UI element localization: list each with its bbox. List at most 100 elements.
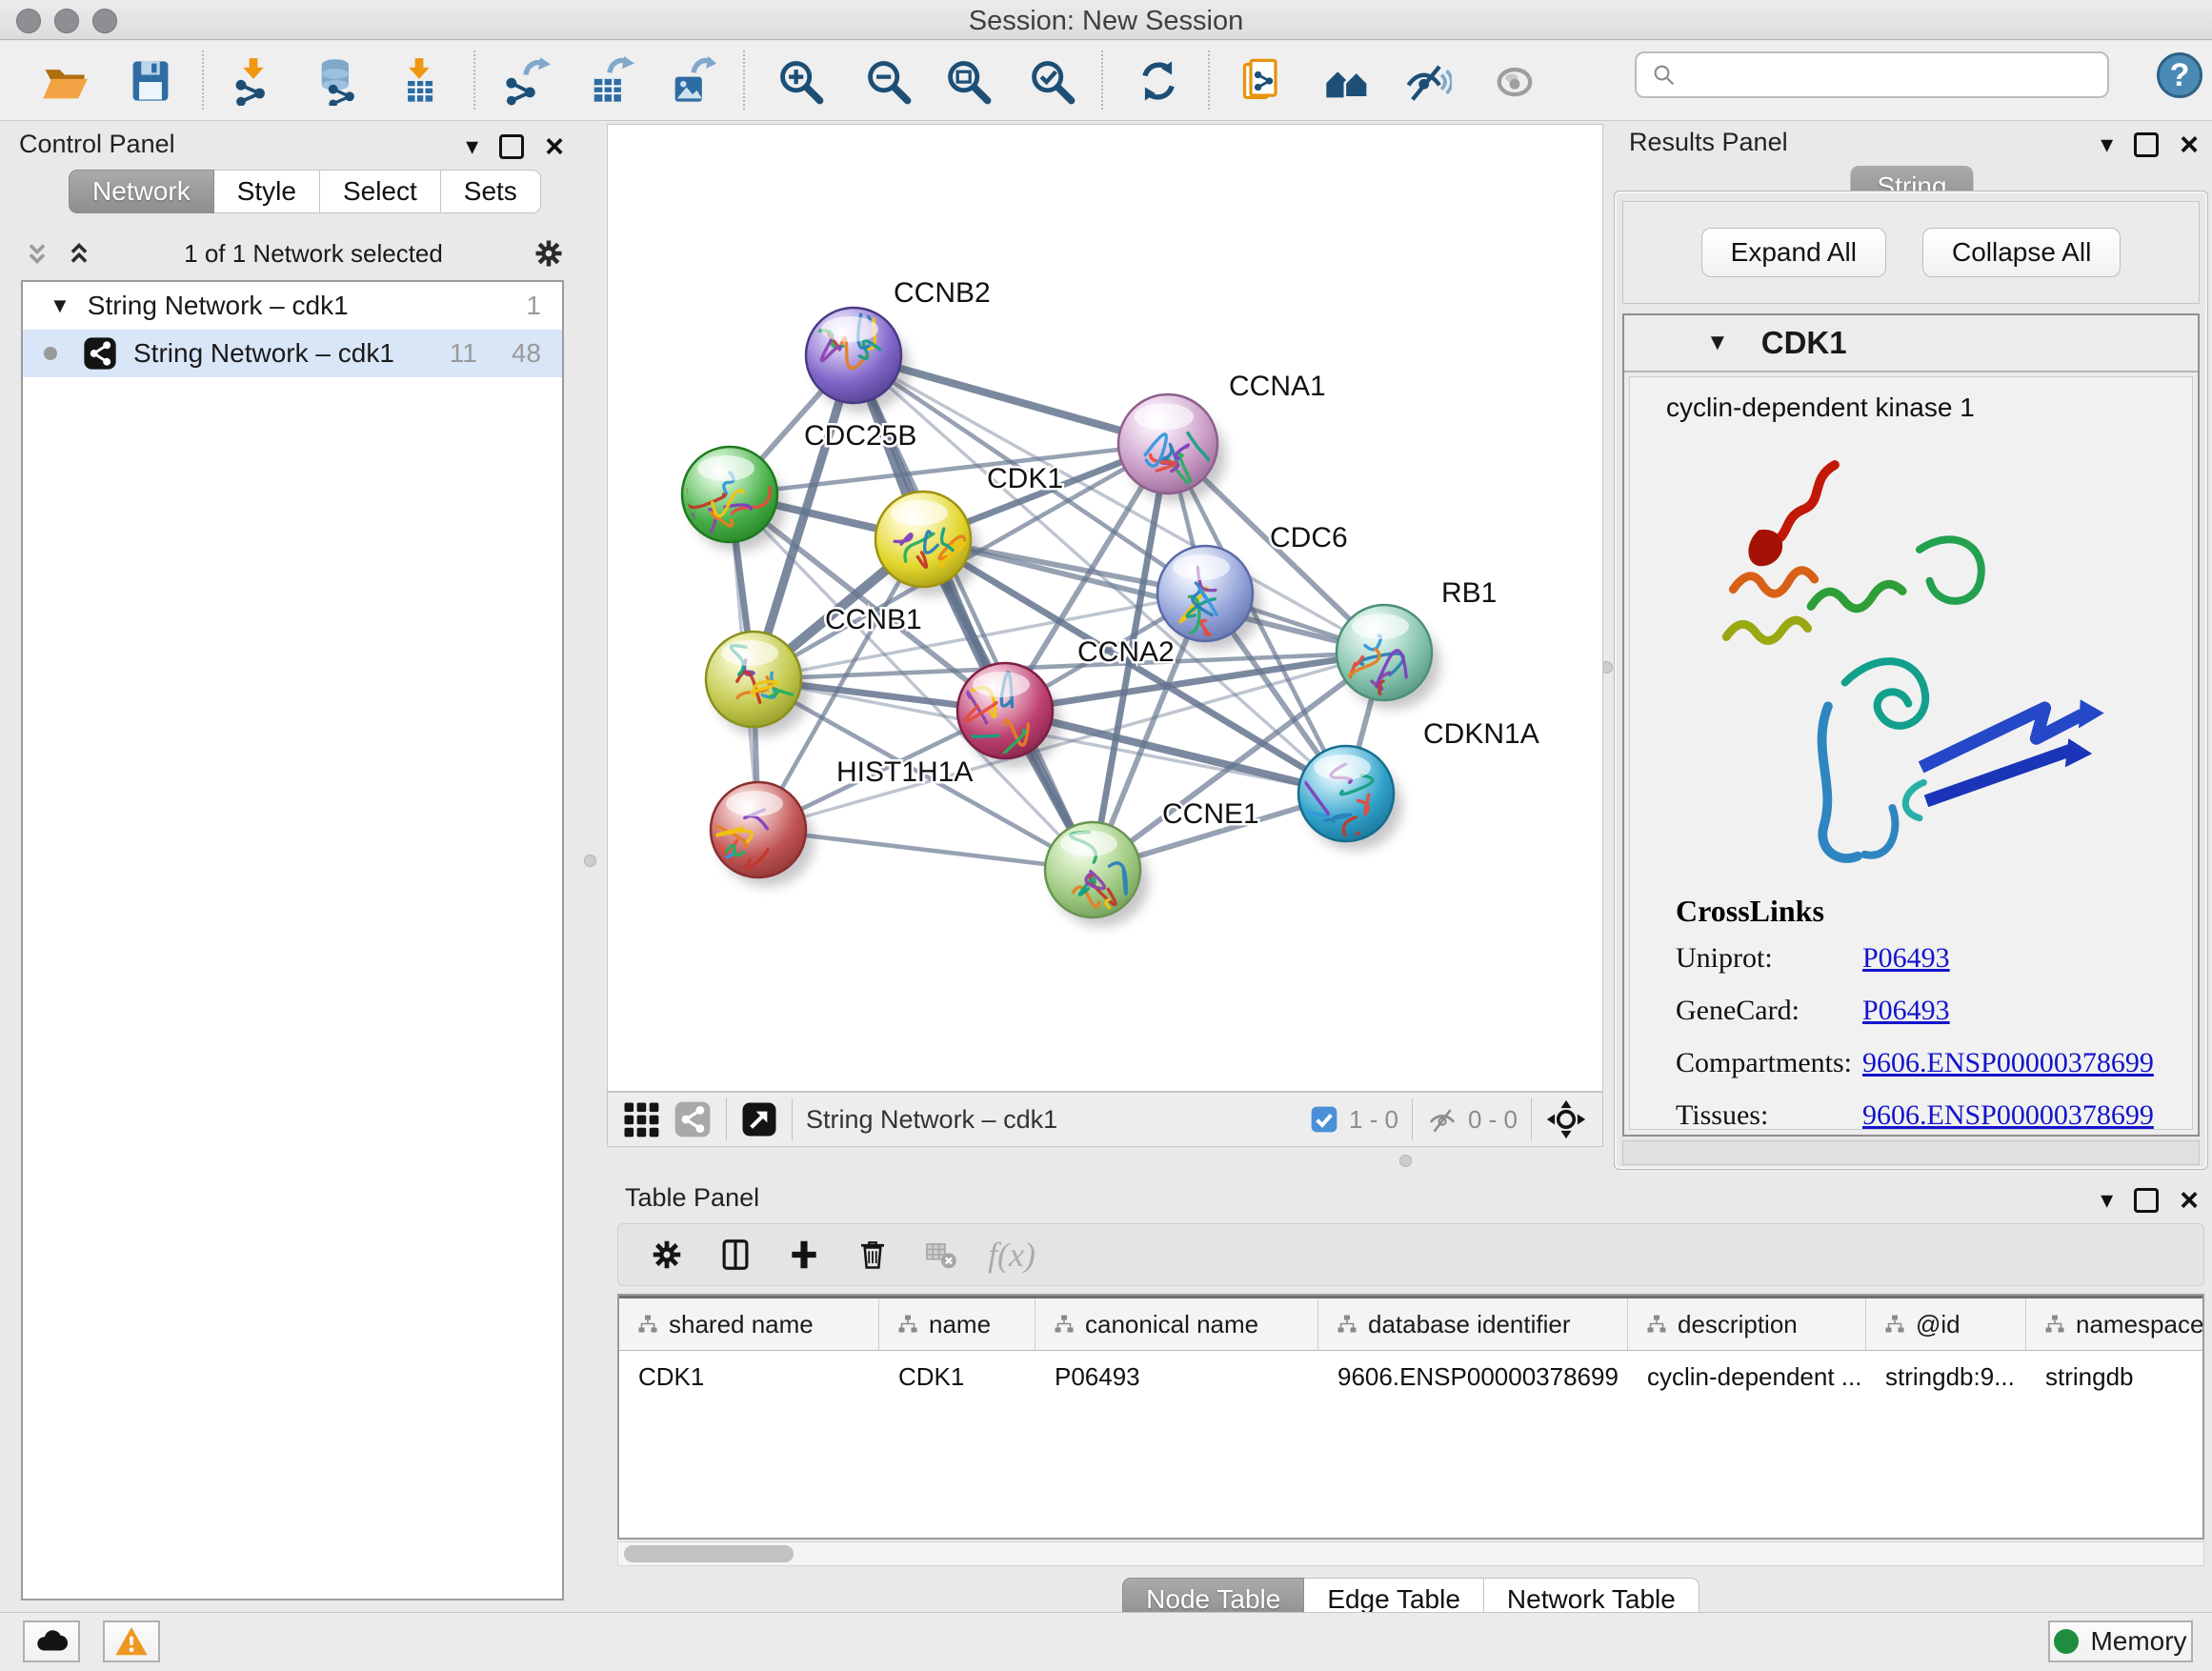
crosslink-label: GeneCard: bbox=[1676, 995, 1862, 1027]
apply-layout-button[interactable] bbox=[1132, 54, 1185, 108]
panel-menu-icon[interactable]: ▾ bbox=[466, 131, 478, 161]
window-title: Session: New Session bbox=[0, 6, 2212, 37]
birdseye-view-icon[interactable] bbox=[740, 1100, 778, 1138]
zoom-out-button[interactable] bbox=[861, 54, 915, 108]
svg-text:RB1: RB1 bbox=[1441, 577, 1497, 609]
column-header-description[interactable]: description bbox=[1628, 1299, 1866, 1350]
delete-column-trash-icon[interactable] bbox=[851, 1233, 895, 1277]
grid-view-icon[interactable] bbox=[621, 1099, 661, 1139]
svg-text:CCNA1: CCNA1 bbox=[1229, 371, 1326, 402]
column-header-canonical-name[interactable]: canonical name bbox=[1036, 1299, 1318, 1350]
tab-sets[interactable]: Sets bbox=[441, 170, 541, 213]
toolbar-separator bbox=[202, 50, 204, 110]
import-database-button[interactable] bbox=[311, 54, 364, 108]
expand-all-button[interactable]: Expand All bbox=[1701, 228, 1886, 277]
table-hscrollbar-thumb[interactable] bbox=[624, 1545, 794, 1562]
network-node-CCNE1[interactable]: CCNE1 bbox=[1045, 798, 1259, 941]
close-panel-icon[interactable]: × bbox=[2180, 132, 2199, 157]
network-row[interactable]: String Network – cdk1 11 48 bbox=[23, 330, 562, 377]
search-input[interactable] bbox=[1688, 56, 2107, 94]
network-node-CDKN1A[interactable]: CDKN1A bbox=[1294, 718, 1539, 851]
float-panel-icon[interactable] bbox=[499, 134, 524, 159]
tab-network[interactable]: Network bbox=[69, 170, 214, 213]
float-panel-icon[interactable] bbox=[2134, 1188, 2159, 1213]
network-canvas[interactable]: CCNB2CCNA1CDC25BCDK1CDC6RB1CCNB1CCNA2CDK… bbox=[608, 125, 1602, 1091]
export-table-button[interactable] bbox=[583, 54, 636, 108]
crosslink-row: Uniprot:P06493 bbox=[1676, 942, 2192, 975]
warning-icon bbox=[113, 1623, 150, 1660]
network-selection-status: 1 of 1 Network selected bbox=[95, 239, 532, 269]
collapse-gene-triangle-icon[interactable]: ▼ bbox=[1706, 330, 1729, 356]
show-columns-icon[interactable] bbox=[714, 1233, 757, 1277]
fit-selected-crosshair-icon[interactable] bbox=[1545, 1098, 1587, 1140]
crosslink-link[interactable]: 9606.ENSP00000378699 bbox=[1862, 1099, 2154, 1130]
float-panel-icon[interactable] bbox=[2134, 132, 2159, 157]
network-options-gear-icon[interactable] bbox=[532, 236, 566, 271]
netbar-separator bbox=[792, 1098, 793, 1140]
show-graphics-details-button[interactable] bbox=[1488, 54, 1541, 108]
hidden-eye-icon[interactable] bbox=[1426, 1103, 1458, 1136]
help-button[interactable]: ? bbox=[2157, 52, 2202, 98]
expand-all-networks-icon[interactable] bbox=[63, 237, 95, 270]
warnings-button[interactable] bbox=[103, 1621, 160, 1662]
tab-style[interactable]: Style bbox=[214, 170, 320, 213]
search-field[interactable] bbox=[1635, 51, 2109, 98]
open-session-button[interactable] bbox=[38, 54, 91, 108]
delete-table-icon[interactable] bbox=[919, 1233, 963, 1277]
title-bar: Session: New Session bbox=[0, 0, 2212, 40]
crosslink-link[interactable]: P06493 bbox=[1862, 942, 1950, 975]
svg-text:CCNE1: CCNE1 bbox=[1162, 798, 1259, 830]
network-node-HIST1H1A[interactable]: HIST1H1A bbox=[697, 756, 973, 887]
hide-graphics-details-button[interactable] bbox=[1400, 54, 1454, 108]
panel-menu-icon[interactable]: ▾ bbox=[2101, 1185, 2113, 1215]
column-header-database-identifier[interactable]: database identifier bbox=[1318, 1299, 1628, 1350]
network-node-CCNA1[interactable]: CCNA1 bbox=[1118, 371, 1326, 502]
close-panel-icon[interactable]: × bbox=[545, 134, 564, 159]
crosslink-link[interactable]: 9606.ENSP00000378699 bbox=[1862, 1047, 2154, 1079]
bottom-splitter-handle[interactable] bbox=[1399, 1155, 1412, 1167]
import-network-button[interactable] bbox=[227, 54, 280, 108]
collapse-all-networks-icon[interactable] bbox=[21, 237, 53, 270]
column-header-name[interactable]: name bbox=[879, 1299, 1036, 1350]
export-to-web-button[interactable] bbox=[1237, 54, 1290, 108]
crosslinks-title: CrossLinks bbox=[1676, 894, 2192, 929]
export-image-button[interactable] bbox=[665, 54, 718, 108]
table-cell: P06493 bbox=[1036, 1351, 1318, 1402]
zoom-in-button[interactable] bbox=[774, 54, 827, 108]
table-row[interactable]: CDK1CDK1P064939606.ENSP00000378699cyclin… bbox=[619, 1351, 2202, 1402]
cloud-icon bbox=[33, 1623, 70, 1660]
cloud-status-button[interactable] bbox=[23, 1621, 80, 1662]
zoom-fit-button[interactable] bbox=[941, 54, 995, 108]
main-toolbar: ? bbox=[0, 41, 2212, 121]
tab-select[interactable]: Select bbox=[320, 170, 441, 213]
column-header--id[interactable]: @id bbox=[1866, 1299, 2026, 1350]
function-builder-button[interactable]: f(x) bbox=[988, 1235, 1036, 1275]
table-hscrollbar[interactable] bbox=[617, 1541, 2204, 1566]
crosslink-label: Compartments: bbox=[1676, 1047, 1862, 1079]
collapse-triangle-icon[interactable]: ▼ bbox=[50, 293, 70, 318]
collapse-all-button[interactable]: Collapse All bbox=[1922, 228, 2121, 277]
crosslink-link[interactable]: P06493 bbox=[1862, 995, 1950, 1027]
home-networks-button[interactable] bbox=[1320, 54, 1374, 108]
selected-checkbox-icon[interactable] bbox=[1309, 1104, 1339, 1135]
column-header-shared-name[interactable]: shared name bbox=[619, 1299, 879, 1350]
network-collection-row[interactable]: ▼ String Network – cdk1 1 bbox=[23, 282, 562, 330]
network-node-CCNB2[interactable]: CCNB2 bbox=[806, 277, 991, 413]
network-view-mode-icon[interactable] bbox=[673, 1099, 713, 1139]
table-settings-gear-icon[interactable] bbox=[645, 1233, 689, 1277]
panel-menu-icon[interactable]: ▾ bbox=[2101, 130, 2113, 159]
network-view-toolbar: String Network – cdk1 1 - 0 0 - 0 bbox=[607, 1092, 1603, 1147]
results-scrollbar[interactable] bbox=[1622, 1140, 2200, 1165]
create-column-icon[interactable] bbox=[782, 1233, 826, 1277]
memory-button[interactable]: Memory bbox=[2048, 1621, 2193, 1662]
zoom-selected-button[interactable] bbox=[1025, 54, 1078, 108]
column-header-namespace[interactable]: namespace bbox=[2026, 1299, 2204, 1350]
export-network-button[interactable] bbox=[499, 54, 553, 108]
import-table-button[interactable] bbox=[392, 54, 446, 108]
left-splitter-handle[interactable] bbox=[584, 855, 596, 867]
network-node-RB1[interactable]: RB1 bbox=[1337, 577, 1497, 710]
svg-text:CCNA2: CCNA2 bbox=[1077, 636, 1175, 668]
save-session-button[interactable] bbox=[124, 54, 177, 108]
close-panel-icon[interactable]: × bbox=[2180, 1188, 2199, 1213]
toolbar-separator bbox=[1208, 50, 1210, 110]
